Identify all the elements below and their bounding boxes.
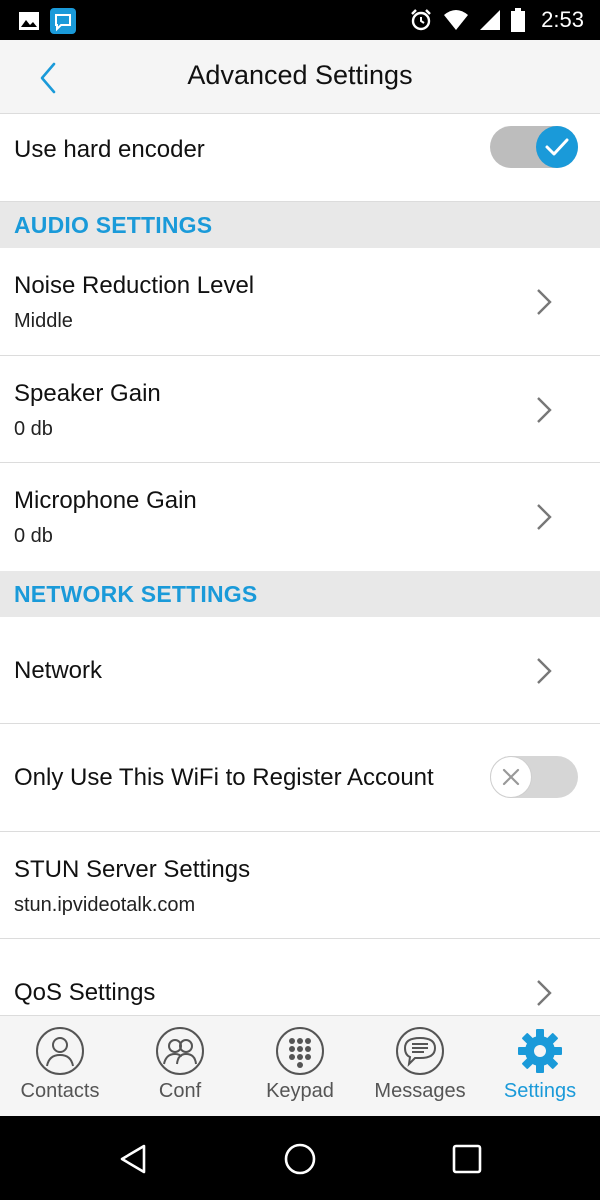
microphone-gain-label: Microphone Gain bbox=[14, 487, 197, 514]
settings-gear-icon bbox=[518, 1029, 562, 1073]
network-row[interactable]: Network bbox=[0, 617, 600, 724]
toggle-knob bbox=[490, 756, 532, 798]
noise-reduction-row[interactable]: Noise Reduction Level Middle bbox=[0, 248, 600, 356]
gallery-notification-icon bbox=[19, 12, 39, 30]
back-triangle-icon[interactable] bbox=[116, 1142, 150, 1176]
chevron-right-icon bbox=[537, 397, 552, 423]
only-wifi-row[interactable]: Only Use This WiFi to Register Account bbox=[0, 724, 600, 832]
noise-reduction-label: Noise Reduction Level bbox=[14, 272, 255, 299]
status-bar: 2:53 bbox=[0, 0, 600, 40]
stun-server-row[interactable]: STUN Server Settings stun.ipvideotalk.co… bbox=[0, 832, 600, 939]
battery-icon bbox=[511, 8, 526, 32]
wifi-icon bbox=[444, 10, 469, 30]
stun-server-value: stun.ipvideotalk.com bbox=[14, 894, 196, 916]
clock-time: 2:53 bbox=[541, 7, 584, 32]
close-x-icon bbox=[502, 768, 520, 786]
tab-keypad[interactable]: Keypad bbox=[240, 1016, 360, 1117]
notification-icons bbox=[18, 8, 76, 34]
home-circle-icon[interactable] bbox=[283, 1142, 317, 1176]
tab-settings[interactable]: Settings bbox=[480, 1016, 600, 1117]
tab-label: Contacts bbox=[20, 1080, 100, 1102]
chevron-right-icon bbox=[537, 980, 552, 1006]
speaker-gain-row[interactable]: Speaker Gain 0 db bbox=[0, 356, 600, 463]
network-label: Network bbox=[14, 657, 103, 684]
cell-signal-icon bbox=[480, 10, 501, 30]
tab-contacts[interactable]: Contacts bbox=[0, 1016, 120, 1117]
bottom-tab-bar: Contacts Conf Keypad Messages Settings bbox=[0, 1015, 600, 1117]
audio-settings-header: AUDIO SETTINGS bbox=[0, 202, 600, 248]
toggle-knob bbox=[536, 126, 578, 168]
tab-conf[interactable]: Conf bbox=[120, 1016, 240, 1117]
speaker-gain-label: Speaker Gain bbox=[14, 380, 161, 407]
alarm-icon bbox=[411, 9, 432, 31]
microphone-gain-value: 0 db bbox=[14, 525, 53, 547]
audio-settings-title: AUDIO SETTINGS bbox=[14, 212, 213, 238]
tab-messages[interactable]: Messages bbox=[360, 1016, 480, 1117]
chevron-right-icon bbox=[537, 504, 552, 530]
settings-list: Use hard encoder AUDIO SETTINGS Noise Re… bbox=[0, 114, 600, 1015]
system-icons: 2:53 bbox=[409, 6, 584, 34]
noise-reduction-value: Middle bbox=[14, 310, 73, 332]
system-navigation-bar bbox=[0, 1116, 600, 1200]
tab-label: Conf bbox=[158, 1080, 202, 1102]
qos-settings-row[interactable]: QoS Settings bbox=[0, 939, 600, 1015]
stun-server-label: STUN Server Settings bbox=[14, 856, 251, 883]
only-wifi-label: Only Use This WiFi to Register Account bbox=[14, 764, 434, 791]
app-notification-icon bbox=[50, 8, 76, 34]
conference-icon bbox=[156, 1027, 204, 1075]
network-settings-title: NETWORK SETTINGS bbox=[14, 581, 258, 607]
checkmark-icon bbox=[545, 138, 569, 156]
hard-encoder-toggle[interactable] bbox=[490, 126, 578, 168]
network-settings-header: NETWORK SETTINGS bbox=[0, 571, 600, 617]
app-header: Advanced Settings bbox=[0, 40, 600, 114]
qos-settings-label: QoS Settings bbox=[14, 979, 156, 1006]
keypad-icon bbox=[276, 1027, 324, 1075]
page-title: Advanced Settings bbox=[187, 60, 413, 90]
tab-label: Keypad bbox=[266, 1080, 334, 1102]
recents-square-icon[interactable] bbox=[450, 1142, 484, 1176]
tab-label: Messages bbox=[374, 1080, 466, 1102]
messages-icon bbox=[396, 1027, 444, 1075]
chevron-right-icon bbox=[537, 658, 552, 684]
hard-encoder-row[interactable]: Use hard encoder bbox=[0, 114, 600, 202]
only-wifi-toggle[interactable] bbox=[490, 756, 578, 798]
hard-encoder-label: Use hard encoder bbox=[14, 136, 205, 163]
contacts-icon bbox=[36, 1027, 84, 1075]
tab-label: Settings bbox=[503, 1080, 577, 1102]
speaker-gain-value: 0 db bbox=[14, 418, 53, 440]
chevron-right-icon bbox=[537, 289, 552, 315]
microphone-gain-row[interactable]: Microphone Gain 0 db bbox=[0, 463, 600, 571]
